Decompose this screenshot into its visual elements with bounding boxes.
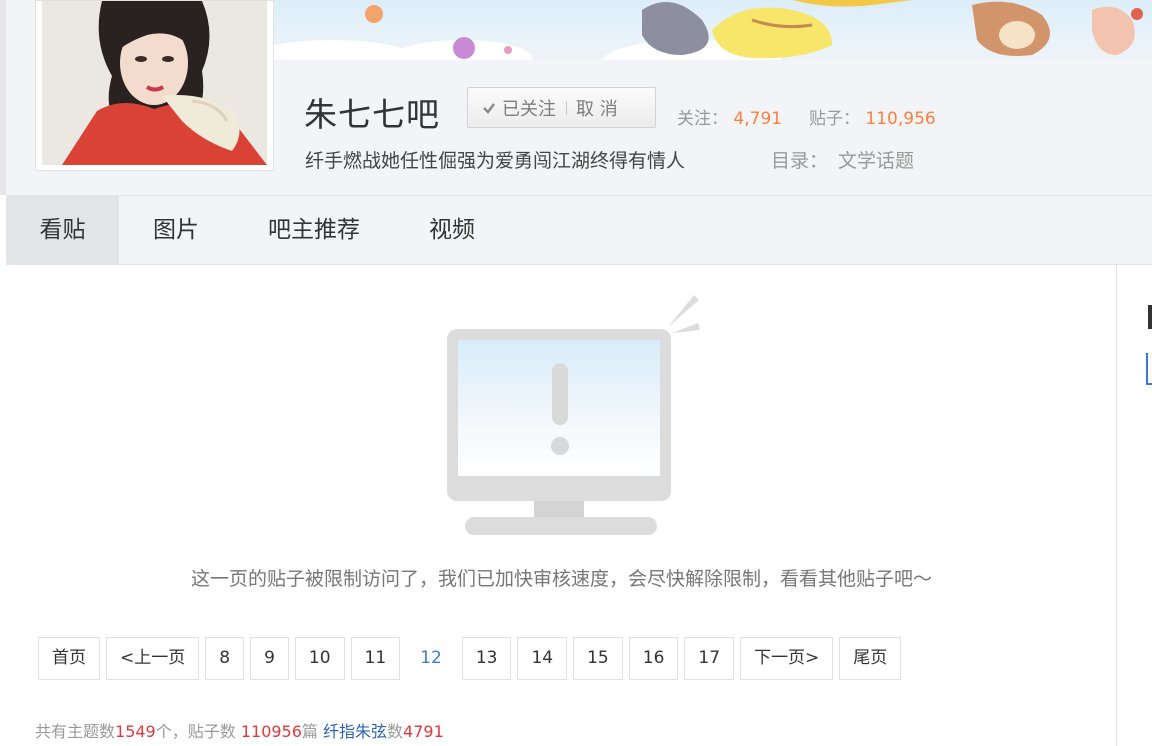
posts-prefix: 个，贴子数 — [155, 722, 241, 741]
posts-count-value: 110,956 — [865, 109, 936, 129]
page-number[interactable]: 13 — [461, 637, 512, 680]
tab-posts[interactable]: 看贴 — [6, 196, 119, 264]
page-number[interactable]: 9 — [250, 637, 289, 680]
forum-slogan: 纤手燃战她任性倔强为爱勇闯江湖终得有情人 — [305, 150, 686, 172]
catalog-link[interactable]: 文学话题 — [838, 150, 914, 172]
page-number[interactable]: 8 — [205, 637, 245, 680]
tab-videos[interactable]: 视频 — [416, 196, 488, 264]
follow-count-value: 4,791 — [733, 109, 783, 129]
page-number[interactable]: 11 — [350, 637, 401, 680]
topics-prefix: 共有主题数 — [35, 722, 116, 741]
page-number[interactable]: 16 — [628, 637, 679, 680]
page-first[interactable]: 首页 — [38, 637, 100, 680]
page-next[interactable]: 下一页> — [740, 637, 834, 680]
page-number[interactable]: 15 — [573, 637, 623, 680]
page-number[interactable]: 10 — [294, 637, 345, 680]
sidebar-glyph-fragment — [1148, 305, 1152, 329]
follow-status-label: 已关注 — [502, 98, 556, 120]
cancel-follow-label[interactable]: 取 消 — [576, 95, 618, 121]
right-sidebar-edge — [1118, 265, 1152, 746]
page-number[interactable]: 17 — [684, 637, 735, 680]
banner-illustration — [272, 0, 1152, 60]
forum-page: 朱七七吧 已关注 取 消 关注： 4,791 贴子： 110,956 纤手燃战她… — [0, 0, 1152, 746]
forum-summary: 共有主题数1549个，贴子数 110956篇 纤指朱弦数4791 — [35, 718, 444, 742]
page-current: 12 — [406, 637, 456, 680]
check-icon — [483, 102, 495, 114]
posts-suffix: 篇 — [301, 722, 323, 741]
forum-header: 朱七七吧 已关注 取 消 关注： 4,791 贴子： 110,956 纤手燃战她… — [0, 0, 1152, 195]
button-divider — [566, 100, 567, 115]
member-name-link[interactable]: 纤指朱弦 — [323, 722, 387, 741]
followed-cancel-button[interactable]: 已关注 取 消 — [467, 87, 656, 128]
follow-count-label: 关注： — [677, 109, 728, 129]
posts-count-stat: 贴子： 110,956 — [809, 104, 936, 129]
restricted-monitor-icon — [447, 295, 700, 535]
sidebar-underline — [1146, 353, 1152, 385]
topics-count: 1549 — [115, 722, 156, 741]
tab-recommended[interactable]: 吧主推荐 — [256, 196, 372, 264]
forum-avatar[interactable] — [42, 1, 267, 165]
pagination: 首页 <上一页 8 9 10 11 12 13 14 15 16 17 下一页>… — [38, 637, 902, 680]
tab-images[interactable]: 图片 — [140, 196, 212, 264]
forum-tab-bar: 看贴 图片 吧主推荐 视频 — [6, 195, 1152, 265]
posts-count-label: 贴子： — [809, 109, 860, 129]
post-list-area: 这一页的贴子被限制访问了，我们已加快审核速度，会尽快解除限制，看看其他贴子吧～ … — [6, 265, 1117, 746]
forum-avatar-frame[interactable] — [35, 0, 274, 171]
page-prev[interactable]: <上一页 — [106, 637, 200, 680]
restriction-message: 这一页的贴子被限制访问了，我们已加快审核速度，会尽快解除限制，看看其他贴子吧～ — [190, 568, 932, 590]
member-count: 4791 — [403, 722, 444, 741]
catalog-label: 目录： — [771, 150, 829, 172]
page-last[interactable]: 尾页 — [839, 637, 902, 680]
member-prefix: 数 — [387, 722, 404, 741]
forum-title[interactable]: 朱七七吧 — [304, 88, 440, 136]
posts-total: 110956 — [240, 722, 302, 741]
page-number[interactable]: 14 — [517, 637, 568, 680]
follow-count-stat: 关注： 4,791 — [677, 104, 782, 129]
forum-catalog: 目录： 文学话题 — [771, 146, 914, 173]
left-edge — [0, 0, 6, 195]
